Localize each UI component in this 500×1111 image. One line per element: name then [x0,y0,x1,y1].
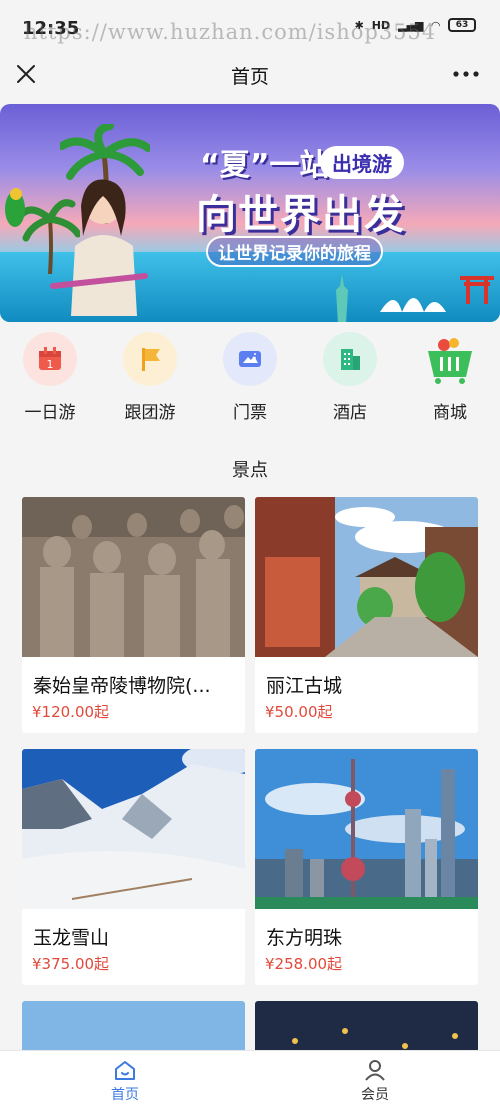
banner-subline: 让世界记录你的旅程 [206,236,383,267]
section-title: 景点 [232,460,268,481]
status-icons: ✱ HD ▂▄▆ ◠ 63 [355,18,476,32]
home-icon [115,1061,135,1080]
promo-banner[interactable]: “夏”一站 出境游 向世界出发 让世界记录你的旅程 [0,104,500,322]
bottom-tab-bar: 首页 会员 [0,1050,500,1111]
page-title: 首页 [230,66,269,88]
tab-label: 会员 [361,1087,389,1103]
signal-icon: ▂▄▆ [398,18,424,32]
category-grid: 1 一日游 跟团游 门票 酒店 商城 [0,330,500,430]
svg-text:1: 1 [47,358,54,371]
calendar-icon: 1 [23,332,77,386]
flag-icon [123,332,177,386]
category-mall[interactable]: 商城 [400,330,500,430]
attraction-name: 东方明珠 [266,927,343,949]
nav-bar: 首页 [0,50,500,98]
attraction-price: ¥50.00起 [265,703,333,721]
hotel-icon [323,332,377,386]
torii-icon [460,276,494,304]
attraction-image [255,497,478,657]
statue-icon [336,274,348,322]
status-bar: 12:35 ✱ HD ▂▄▆ ◠ 63 https://www.huzhan.c… [0,0,500,50]
attraction-card[interactable]: 丽江古城 ¥50.00起 [255,497,478,733]
category-label: 酒店 [333,403,367,423]
attraction-name: 玉龙雪山 [33,927,110,949]
banner-tag: 出境游 [320,146,404,179]
ticket-icon [223,332,277,386]
category-day-trip[interactable]: 1 一日游 [0,330,100,430]
attraction-card[interactable]: 玉龙雪山 ¥375.00起 [22,749,245,985]
attraction-image [255,749,478,909]
traveler-illustration [50,179,148,316]
attraction-name: 秦始皇帝陵博物院(... [33,675,211,697]
attraction-price: ¥120.00起 [32,703,110,721]
opera-house-icon [380,298,446,312]
parrot-icon [5,188,25,227]
signal-label: HD [371,18,391,32]
attraction-name: 丽江古城 [266,675,343,697]
tab-label: 首页 [111,1087,139,1103]
attraction-price: ¥258.00起 [265,955,343,973]
category-group-tour[interactable]: 跟团游 [100,330,200,430]
basket-icon [423,332,477,386]
battery-icon: 63 [448,18,476,32]
attraction-image [22,497,245,657]
banner-headline: 向世界出发 [196,192,406,238]
attraction-card[interactable]: 东方明珠 ¥258.00起 [255,749,478,985]
category-label: 门票 [233,403,267,423]
tab-member[interactable]: 会员 [250,1051,500,1111]
user-icon [365,1060,385,1081]
status-time: 12:35 [22,18,80,39]
category-label: 跟团游 [124,403,176,423]
category-hotel[interactable]: 酒店 [300,330,400,430]
attraction-image [22,749,245,909]
attraction-price: ¥375.00起 [32,955,110,973]
category-tickets[interactable]: 门票 [200,330,300,430]
bluetooth-icon: ✱ [354,18,364,32]
category-label: 一日游 [24,403,76,423]
wifi-icon: ◠ [431,18,440,32]
tab-home[interactable]: 首页 [0,1051,250,1111]
attraction-card[interactable]: 秦始皇帝陵博物院(... ¥120.00起 [22,497,245,733]
more-dots-icon[interactable] [452,62,480,86]
banner-headline-prefix: “夏”一站 [200,148,330,183]
category-label: 商城 [433,403,467,423]
